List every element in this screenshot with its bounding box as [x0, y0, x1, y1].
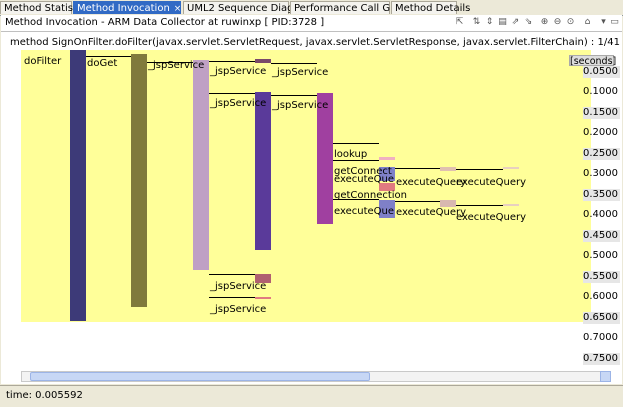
zoom-reset-icon[interactable]: ⊙	[565, 17, 576, 28]
zoom-in-icon[interactable]: ⊕	[539, 17, 550, 28]
call-line	[209, 93, 255, 94]
method-label-executequery: executeQuery	[456, 177, 527, 188]
call-line	[271, 95, 317, 96]
call-line	[209, 297, 255, 298]
method-label-doget: doGet	[87, 58, 118, 69]
view-menu-icon[interactable]: ▾	[598, 17, 609, 28]
tab-label: Method Invocation	[77, 3, 170, 14]
method-label-executequery: executeQue	[334, 174, 395, 185]
scroll-corner	[600, 371, 611, 382]
method-signature: method SignOnFilter.doFilter(javax.servl…	[10, 37, 620, 48]
close-icon[interactable]: ×	[174, 4, 182, 14]
view-tab-strip: Method Statistics Method Invocation × UML…	[0, 0, 623, 16]
axis-tick: 0.5000	[583, 250, 618, 261]
call-line	[271, 63, 317, 64]
collapse-all-icon[interactable]: ⇘	[523, 17, 534, 28]
method-label-dofilter: doFilter	[24, 56, 62, 67]
method-label-executequery: executeQue	[334, 206, 395, 217]
view-title-bar: Method Invocation - ARM Data Collector a…	[1, 15, 622, 32]
invocation-bar-executequery-short[interactable]	[440, 167, 456, 171]
view-title: Method Invocation - ARM Data Collector a…	[5, 17, 325, 28]
invocation-bar-jspservice[interactable]	[317, 93, 333, 224]
tab-method-statistics[interactable]: Method Statistics	[0, 1, 90, 14]
axis-tick: 0.3000	[583, 168, 618, 179]
method-label-lookup: lookup	[334, 149, 368, 160]
invocation-bar-doget[interactable]	[131, 54, 147, 307]
method-label-jspservice: _jspService	[210, 66, 267, 77]
invocation-bar-executequery-short[interactable]	[440, 200, 456, 207]
method-label-jspservice: _jspService	[210, 281, 267, 292]
filter-icon[interactable]: ⇅	[471, 17, 482, 28]
invocation-bar-jspservice[interactable]	[255, 92, 271, 250]
home-icon[interactable]: ⌂	[582, 17, 593, 28]
method-label-jspservice: _jspService	[272, 67, 329, 78]
call-line	[209, 61, 255, 62]
axis-tick: 0.6500	[583, 312, 618, 323]
call-line	[333, 143, 379, 144]
expand-icon[interactable]: ▤	[497, 17, 508, 28]
method-label-executequery: executeQuery	[456, 212, 527, 223]
call-line	[395, 168, 440, 169]
collapse-icon[interactable]: ⇗	[510, 17, 521, 28]
call-line	[395, 201, 440, 202]
axis-tick: 0.1500	[583, 107, 618, 118]
axis-tick: 0.3500	[583, 189, 618, 200]
status-bar	[0, 385, 623, 407]
call-line	[456, 169, 503, 170]
scrollbar-thumb[interactable]	[30, 372, 370, 381]
invocation-bar-lookup[interactable]	[379, 157, 395, 160]
axis-tick: 0.2500	[583, 148, 618, 159]
axis-unit-label: [seconds]	[569, 55, 617, 67]
tab-method-invocation[interactable]: Method Invocation ×	[73, 1, 181, 14]
call-line	[333, 160, 379, 161]
axis-tick: 0.4000	[583, 209, 618, 220]
method-label-jspservice: _jspService	[210, 98, 267, 109]
invocation-bar-dofilter[interactable]	[70, 50, 86, 321]
tab-method-details[interactable]: Method Details	[391, 1, 470, 14]
call-line	[456, 205, 503, 206]
axis-tick: 0.2000	[583, 127, 618, 138]
invocation-bar-jspservice[interactable]	[193, 60, 209, 270]
invocation-bar-jspservice-short[interactable]	[255, 59, 271, 63]
invocation-bar-jspservice-short[interactable]	[255, 297, 271, 299]
call-line	[86, 56, 131, 57]
axis-tick: 0.4500	[583, 230, 618, 241]
invocation-bar-executequery-short[interactable]	[503, 204, 519, 206]
call-line	[209, 274, 255, 275]
axis-tick: 0.7500	[583, 353, 618, 364]
invocation-bar-executequery-short[interactable]	[503, 167, 519, 169]
tab-uml2-sequence-diagram[interactable]: UML2 Sequence Diagram	[183, 1, 314, 14]
method-label-getconnection: getConnection	[334, 190, 408, 201]
axis-tick: 0.0500	[583, 66, 618, 77]
zoom-out-icon[interactable]: ⊖	[552, 17, 563, 28]
axis-tick: 0.5500	[583, 271, 618, 282]
zoom-fit-icon[interactable]: ⇕	[484, 17, 495, 28]
axis-tick: 0.1000	[583, 86, 618, 97]
method-label-jspservice: _jspService	[210, 304, 267, 315]
minimize-view-icon[interactable]: ▭	[609, 17, 620, 28]
method-label-jspservice: _jspService	[148, 60, 205, 71]
axis-tick: 0.6000	[583, 291, 618, 302]
export-icon[interactable]: ⇱	[454, 17, 465, 28]
status-time: time: 0.005592	[6, 390, 83, 401]
axis-tick: 0.7000	[583, 332, 618, 343]
tab-performance-call-graph[interactable]: Performance Call Graph	[290, 1, 413, 14]
method-label-jspservice: _jspService	[272, 100, 329, 111]
tab-label: Method Details	[395, 3, 471, 14]
